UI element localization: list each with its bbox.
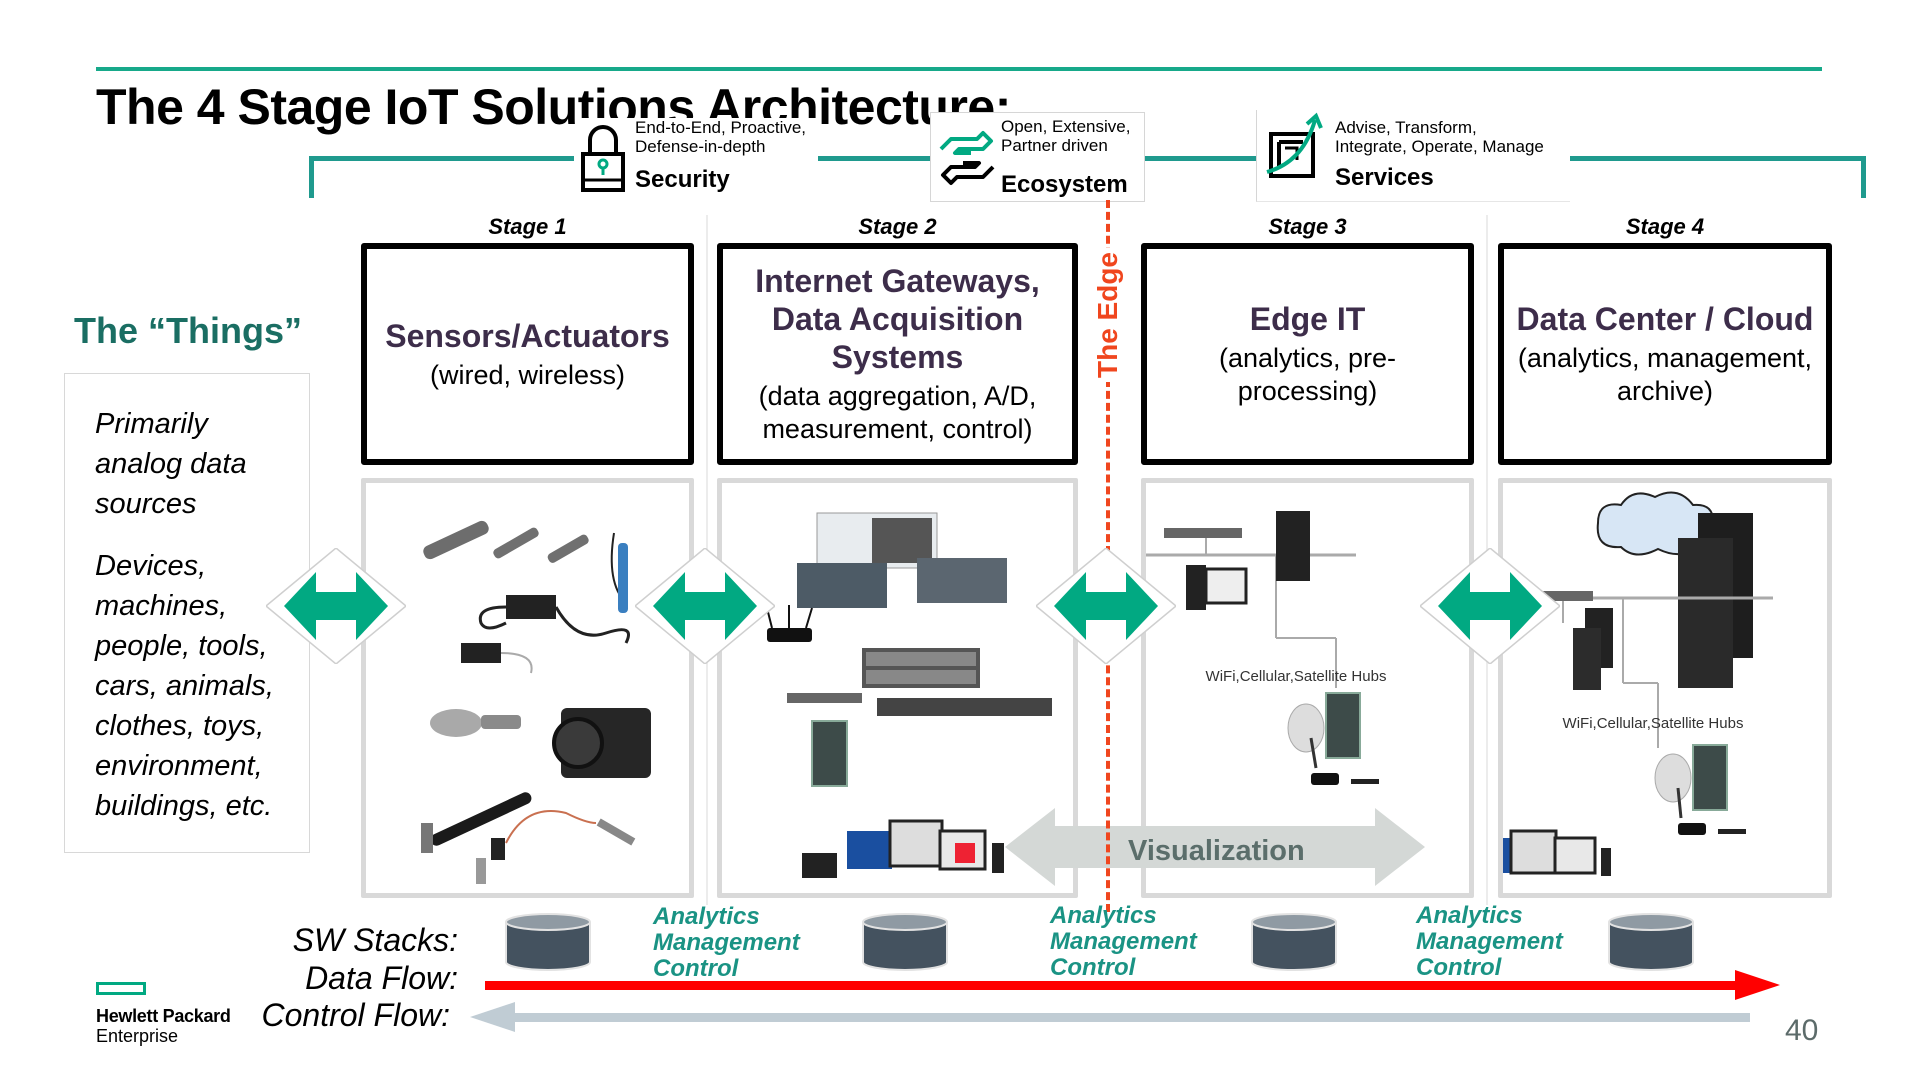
amc-analytics: Analytics (1050, 902, 1157, 929)
pillar-desc: Advise, Transform, (1335, 118, 1477, 137)
wireless-router-icon (1311, 773, 1379, 785)
pillar-desc: Integrate, Operate, Manage (1335, 137, 1544, 156)
stage-label-4: Stage 4 (1625, 214, 1705, 239)
server-rack-icon (787, 648, 1052, 716)
stage-subtitle: (analytics, pre-processing) (1218, 343, 1397, 406)
ph-probe-icon (610, 532, 628, 613)
daq-chassis-icon (797, 512, 1007, 608)
datacenter-illustration: WiFi,Cellular,Satellite Hubs (1438, 491, 1773, 883)
bracket-line (818, 156, 930, 161)
stage-label-2: Stage 2 (858, 214, 937, 239)
bidirectional-arrow-icon (266, 548, 406, 664)
bracket-line (1145, 156, 1256, 161)
database-stack-icon (505, 913, 591, 971)
control-flow-arrow (470, 1002, 1750, 1032)
amc-management: Management (653, 929, 800, 956)
things-para-1: Primarily analog data sources (95, 408, 247, 520)
network-switch-icon (1164, 528, 1242, 538)
pillar-desc: End-to-End, Proactive, (635, 118, 807, 137)
pillar-services: Advise, Transform, Integrate, Operate, M… (1256, 110, 1570, 202)
handshake-icon (939, 131, 995, 185)
server-pair-icon (1573, 608, 1613, 690)
page-number: 40 (1785, 1014, 1819, 1047)
bracket-line (309, 156, 314, 198)
hpe-logo-text: Hewlett Packard Enterprise (96, 1006, 231, 1046)
database-stack-icon (1608, 913, 1694, 971)
things-title: The “Things” (74, 310, 302, 351)
monitors-icon (1438, 829, 1611, 883)
bidirectional-arrow-icon (1036, 548, 1176, 664)
thermocouple-icon (476, 810, 636, 884)
brand-line-2: Enterprise (96, 1026, 179, 1046)
satellite-dish-icon (1654, 753, 1692, 819)
data-flow-arrow (485, 970, 1780, 1000)
page-title: The 4 Stage IoT Solutions Architecture: (96, 79, 1011, 135)
rack-servers-icon (1678, 513, 1753, 688)
header-rule (96, 67, 1822, 71)
pillar-desc: Open, Extensive, (1001, 117, 1131, 136)
stage-title: Internet Gateways, Data Acquisition Syst… (755, 263, 1040, 375)
database-stack-icon (862, 913, 948, 971)
edge-label-text: The Edge (1092, 247, 1124, 383)
satellite-dish-icon (1287, 703, 1325, 769)
load-cell-icon (430, 709, 521, 737)
sw-stacks-label: SW Stacks: (292, 922, 458, 958)
pillar-desc: Partner driven (1001, 136, 1108, 155)
bracket-line (309, 156, 574, 161)
stage-4-devices-panel: WiFi,Cellular,Satellite Hubs (1438, 478, 1832, 898)
visualization-label: Visualization (1128, 835, 1305, 867)
edge-label: The Edge (1085, 247, 1131, 383)
bracket-line (1861, 156, 1866, 198)
amc-management: Management (1416, 928, 1563, 955)
growth-arrow-icon (1266, 112, 1323, 178)
stage-title: Data Center / Cloud (1516, 301, 1814, 337)
control-cabinet-icon (811, 720, 848, 787)
probe-sensor-icon (423, 520, 589, 563)
database-stack-icon (1251, 913, 1337, 971)
bracket-line (1570, 156, 1866, 161)
amc-analytics: Analytics (1416, 902, 1523, 929)
hubs-caption: WiFi,Cellular,Satellite Hubs (1206, 668, 1387, 685)
lock-icon (581, 125, 625, 192)
pillar-name: Services (1335, 164, 1434, 191)
stage-box-3: Edge IT (analytics, pre-processing) (1141, 243, 1474, 465)
hpe-logo-icon (96, 982, 146, 995)
pillar-security: End-to-End, Proactive, Defense-in-depth … (578, 118, 816, 198)
stage-box-2: Internet Gateways, Data Acquisition Syst… (717, 243, 1078, 465)
bidirectional-arrow-icon (1420, 548, 1560, 664)
impact-hammer-icon (421, 792, 532, 853)
stage-label-3: Stage 3 (1268, 214, 1347, 239)
stage-title: Sensors/Actuators (385, 317, 670, 354)
pillar-ecosystem: Open, Extensive, Partner driven Ecosyste… (930, 112, 1145, 202)
stage-1-devices-panel (361, 478, 694, 898)
stage-subtitle: (wired, wireless) (429, 359, 626, 390)
pillar-desc: Defense-in-depth (635, 137, 766, 156)
stage-box-4: Data Center / Cloud (analytics, manageme… (1498, 243, 1832, 465)
tower-server-icon (1276, 511, 1310, 581)
wireless-router-icon (1678, 823, 1746, 835)
amc-analytics: Analytics (653, 903, 760, 930)
bidirectional-arrow-icon (635, 548, 775, 664)
control-cabinet-icon (1325, 692, 1361, 759)
stage-subtitle: (data aggregation, A/D, measurement, con… (758, 381, 1037, 444)
stage-label-1: Stage 1 (488, 214, 567, 239)
data-flow-label: Data Flow: (305, 960, 458, 996)
monitors-icon (802, 819, 1004, 878)
sensors-illustration (421, 520, 651, 884)
amc-management: Management (1050, 928, 1197, 955)
brand-line-1: Hewlett Packard (96, 1006, 231, 1026)
stage-subtitle: (analytics, management, archive) (1517, 343, 1813, 406)
industrial-camera-icon (552, 708, 651, 778)
hubs-caption: WiFi,Cellular,Satellite Hubs (1563, 715, 1744, 732)
workstation-icon (1186, 565, 1248, 610)
transmitter-module-icon (461, 595, 630, 674)
pillar-name: Security (635, 166, 730, 193)
pillar-name: Ecosystem (1001, 171, 1128, 198)
stage-title: Edge IT (1249, 301, 1366, 337)
stage-box-1: Sensors/Actuators (wired, wireless) (361, 243, 694, 465)
control-cabinet-icon (1692, 744, 1728, 811)
